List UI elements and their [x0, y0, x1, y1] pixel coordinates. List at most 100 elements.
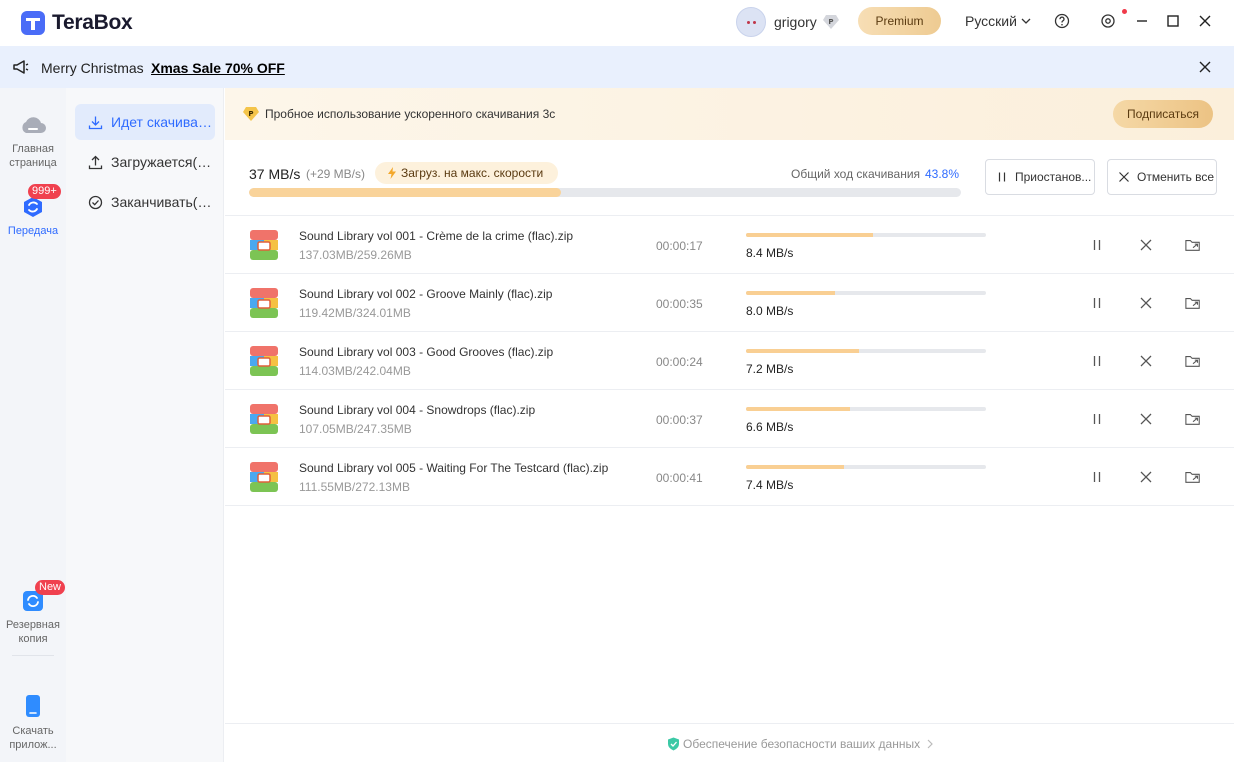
- user-menu[interactable]: grigory P: [736, 7, 840, 37]
- cancel-all-button[interactable]: Отменить все: [1107, 159, 1217, 195]
- file-speed: 6.6 MB/s: [746, 420, 794, 434]
- pause-icon[interactable]: [1089, 469, 1105, 485]
- close-icon[interactable]: [1138, 237, 1154, 253]
- table-row[interactable]: Sound Library vol 003 - Good Grooves (fl…: [225, 332, 1234, 390]
- footer: Обеспечение безопасности ваших данных: [225, 723, 1234, 762]
- file-name: Sound Library vol 003 - Good Grooves (fl…: [299, 345, 554, 359]
- subnav-item-downloading[interactable]: Идет скачиван...: [75, 104, 215, 140]
- pause-icon[interactable]: [1089, 411, 1105, 427]
- app-name: TeraBox: [52, 11, 133, 34]
- time-remaining: 00:00:41: [656, 471, 703, 485]
- file-size: 107.05MB/247.35MB: [299, 422, 412, 436]
- table-row[interactable]: Sound Library vol 004 - Snowdrops (flac)…: [225, 390, 1234, 448]
- overall-progress-percent: 43.8%: [925, 167, 960, 181]
- pause-icon[interactable]: [1089, 237, 1105, 253]
- speed-delta: (+29 MB/s): [306, 167, 366, 181]
- rail-item-home[interactable]: Главная страница: [0, 112, 66, 170]
- close-icon[interactable]: [1138, 411, 1154, 427]
- time-remaining: 00:00:24: [656, 355, 703, 369]
- subnav-completed-label: Заканчивать(9...: [111, 194, 215, 210]
- premium-diamond-icon: P: [243, 107, 259, 121]
- overall-progress-label: Общий ход скачивания: [791, 167, 921, 181]
- boost-speed-badge[interactable]: Загруз. на макс. скорости: [375, 162, 558, 184]
- file-progress-bar: [746, 407, 986, 411]
- file-speed: 7.4 MB/s: [746, 478, 794, 492]
- time-remaining: 00:00:37: [656, 413, 703, 427]
- table-row[interactable]: Sound Library vol 002 - Groove Mainly (f…: [225, 274, 1234, 332]
- time-remaining: 00:00:17: [656, 239, 703, 253]
- left-rail: Главная страница Передача 999+ Резервная…: [0, 88, 66, 762]
- transfer-subnav: Идет скачиван... Загружается(9... Заканч…: [66, 88, 224, 762]
- rail-item-transfer[interactable]: Передача: [0, 194, 66, 238]
- downloads-panel: P Пробное использование ускоренного скач…: [225, 88, 1234, 762]
- close-icon: [1119, 172, 1129, 182]
- zip-archive-icon: [250, 462, 278, 492]
- pause-all-button[interactable]: Приостанов...: [985, 159, 1095, 195]
- minimize-icon[interactable]: [1133, 12, 1151, 30]
- table-row[interactable]: Sound Library vol 005 - Waiting For The …: [225, 448, 1234, 506]
- cancel-all-label: Отменить все: [1137, 170, 1215, 184]
- zip-archive-icon: [250, 288, 278, 318]
- file-progress-bar: [746, 291, 986, 295]
- close-icon[interactable]: [1138, 469, 1154, 485]
- trial-text: Пробное использование ускоренного скачив…: [265, 107, 556, 121]
- chevron-down-icon: [1021, 18, 1031, 24]
- file-progress-fill: [746, 291, 835, 295]
- cloud-icon: [22, 117, 46, 133]
- pause-icon: [998, 172, 1006, 182]
- language-selector[interactable]: Русский: [965, 13, 1031, 29]
- rail-item-download-app[interactable]: Скачать прилож...: [0, 694, 66, 752]
- svg-text:P: P: [828, 18, 833, 26]
- file-size: 111.55MB/272.13MB: [299, 480, 410, 494]
- close-window-icon[interactable]: [1196, 12, 1214, 30]
- subnav-item-completed[interactable]: Заканчивать(9...: [75, 184, 215, 220]
- points-badge-icon: P: [822, 15, 839, 29]
- overall-progress-fill: [249, 188, 561, 197]
- pause-all-label: Приостанов...: [1015, 170, 1092, 184]
- download-list: Sound Library vol 001 - Crème de la crim…: [225, 216, 1234, 506]
- file-name: Sound Library vol 005 - Waiting For The …: [299, 461, 609, 475]
- open-folder-icon[interactable]: [1185, 353, 1201, 369]
- pause-icon[interactable]: [1089, 353, 1105, 369]
- promo-link[interactable]: Xmas Sale 70% OFF: [151, 60, 285, 76]
- open-folder-icon[interactable]: [1185, 295, 1201, 311]
- settings-icon[interactable]: [1099, 12, 1117, 30]
- app-logo: TeraBox: [20, 10, 133, 36]
- zip-archive-icon: [250, 230, 278, 260]
- security-link[interactable]: Обеспечение безопасности ваших данных: [667, 737, 934, 751]
- rail-home-label: Главная страница: [9, 143, 57, 169]
- file-progress-fill: [746, 233, 873, 237]
- file-progress-bar: [746, 233, 986, 237]
- subscribe-button[interactable]: Подписаться: [1113, 100, 1213, 128]
- avatar[interactable]: [736, 7, 766, 37]
- open-folder-icon[interactable]: [1185, 411, 1201, 427]
- rail-item-backup[interactable]: Резервная копия: [0, 588, 66, 646]
- file-size: 137.03MB/259.26MB: [299, 248, 412, 262]
- language-label: Русский: [965, 13, 1017, 29]
- file-name: Sound Library vol 004 - Snowdrops (flac)…: [299, 403, 536, 417]
- rail-transfer-label: Передача: [7, 225, 59, 237]
- check-circle-icon: [88, 195, 103, 209]
- close-icon[interactable]: [1138, 353, 1154, 369]
- help-icon[interactable]: [1053, 12, 1071, 30]
- zip-archive-icon: [250, 346, 278, 376]
- table-row[interactable]: Sound Library vol 001 - Crème de la crim…: [225, 216, 1234, 274]
- close-promo-icon[interactable]: [1198, 60, 1212, 74]
- subnav-uploading-label: Загружается(9...: [111, 154, 215, 170]
- close-icon[interactable]: [1138, 295, 1154, 311]
- open-folder-icon[interactable]: [1185, 237, 1201, 253]
- open-folder-icon[interactable]: [1185, 469, 1201, 485]
- file-progress-fill: [746, 407, 850, 411]
- file-progress-bar: [746, 465, 986, 469]
- premium-button[interactable]: Premium: [858, 7, 941, 35]
- file-speed: 8.0 MB/s: [746, 304, 794, 318]
- maximize-icon[interactable]: [1164, 12, 1182, 30]
- subnav-downloading-label: Идет скачиван...: [111, 114, 215, 130]
- total-speed: 37 MB/s: [249, 166, 301, 182]
- trial-banner: P Пробное использование ускоренного скач…: [225, 88, 1234, 140]
- promo-text: Merry Christmas: [41, 60, 144, 76]
- pause-icon[interactable]: [1089, 295, 1105, 311]
- zip-archive-icon: [250, 404, 278, 434]
- subnav-item-uploading[interactable]: Загружается(9...: [75, 144, 215, 180]
- backup-new-badge: New: [35, 580, 66, 595]
